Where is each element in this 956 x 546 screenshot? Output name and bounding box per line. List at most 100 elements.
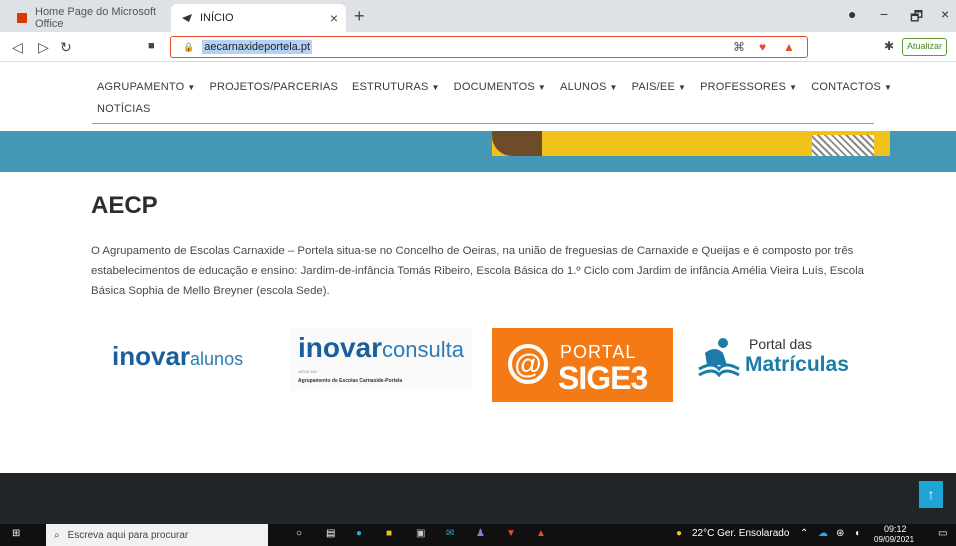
page-title: AECP (91, 192, 158, 219)
close-window-button[interactable]: × (941, 6, 949, 22)
nav-row-1: AGRUPAMENTO ▼ PROJETOS/PARCERIAS ESTRUTUR… (97, 76, 892, 98)
acrobat-icon[interactable]: ▲ (536, 528, 546, 539)
extensions-icon[interactable]: ✱ (884, 39, 894, 53)
brave-rewards-icon[interactable]: ▲ (783, 40, 795, 54)
nav-divider (92, 123, 874, 124)
nav-label: PAIS/EE (631, 81, 675, 93)
logo-line2: Matrículas (745, 353, 849, 376)
inovarconsulta-logo[interactable]: inovarconsulta v2015.140 Agrupamento de … (291, 328, 472, 391)
logo-text-light: alunos (190, 349, 244, 369)
windows-taskbar: ⊞ ⌕ Escreva aqui para procurar ○ ▤ ● ■ ▣… (0, 524, 956, 546)
notifications-icon[interactable]: ▭ (938, 528, 947, 539)
speaker-icon[interactable]: ◖ (854, 528, 860, 539)
minimize-button[interactable]: − (880, 6, 888, 22)
brave-shield-icon[interactable]: ♥ (759, 40, 766, 54)
task-view-icon[interactable]: ▤ (326, 528, 335, 539)
windows-start-icon[interactable]: ⊞ (12, 528, 20, 539)
nav-label: PROFESSORES (700, 81, 787, 93)
portal-sige-logo[interactable]: @ PORTAL SIGE3 (492, 328, 673, 402)
nav-projetos[interactable]: PROJETOS/PARCERIAS (209, 81, 338, 93)
address-row: ◁ ▷ ↻ ■ 🔒 aecarnaxideportela.pt ⌘ ♥ ▲ ✱ … (0, 32, 956, 62)
tab-office[interactable]: Home Page do Microsoft Office (6, 4, 171, 32)
new-tab-button[interactable]: + (354, 6, 365, 27)
student-reading-icon (698, 338, 740, 377)
tab-inicio-label: INÍCIO (200, 12, 234, 24)
scroll-to-top-button[interactable]: ↑ (919, 481, 943, 508)
chevron-up-icon[interactable]: ⌃ (800, 528, 808, 539)
back-icon[interactable]: ◁ (12, 39, 23, 56)
nav-agrupamento[interactable]: AGRUPAMENTO ▼ (97, 81, 195, 93)
chevron-down-icon: ▼ (187, 83, 196, 92)
portal-matriculas-logo[interactable]: Portal das Matrículas (697, 333, 872, 383)
nav-label: AGRUPAMENTO (97, 81, 185, 93)
browser-tab-strip: Home Page do Microsoft Office INÍCIO × +… (0, 0, 956, 32)
office-icon (17, 13, 27, 23)
tab-inicio[interactable]: INÍCIO × (171, 4, 346, 32)
forward-icon[interactable]: ▷ (38, 39, 49, 56)
chevron-down-icon: ▼ (537, 83, 547, 92)
site-favicon-icon (182, 14, 192, 22)
nav-professores[interactable]: PROFESSORES ▼ (700, 81, 797, 93)
nav-row-2: NOTÍCIAS (97, 98, 873, 120)
photo-pattern (812, 135, 874, 156)
chevron-down-icon: ▼ (609, 83, 618, 92)
lock-icon: 🔒 (183, 41, 195, 52)
store-icon[interactable]: ▣ (416, 528, 425, 539)
nav-contactos[interactable]: CONTACTOS ▼ (811, 81, 892, 93)
logo-sige-text: SIGE3 (558, 360, 648, 396)
logo-wordmark: inovarconsulta (298, 332, 464, 364)
inovaralunos-logo[interactable]: inovaralunos (112, 341, 262, 377)
nav-alunos[interactable]: ALUNOS ▼ (560, 81, 618, 93)
network-icon[interactable]: ⊛ (836, 528, 844, 539)
chevron-down-icon: ▼ (678, 83, 687, 92)
weather-text[interactable]: 22°C Ger. Ensolarado (692, 528, 789, 539)
clock-date[interactable]: 09/09/2021 (874, 535, 914, 544)
chevron-down-icon: ▼ (431, 83, 440, 92)
nav-noticias[interactable]: NOTÍCIAS (97, 103, 151, 115)
nav-pais-ee[interactable]: PAIS/EE ▼ (632, 81, 687, 93)
chevron-down-icon: ▼ (789, 83, 798, 92)
nav-label: PROJETOS/PARCERIAS (209, 81, 338, 93)
logo-text-light: consulta (382, 337, 464, 362)
url-bar[interactable]: 🔒 aecarnaxideportela.pt ⌘ ♥ ▲ (170, 36, 808, 58)
bookmark-icon[interactable]: ■ (148, 40, 155, 52)
restore-button[interactable]: 🗗 (910, 6, 923, 30)
clock-time[interactable]: 09:12 (884, 524, 907, 534)
qr-icon[interactable]: ⌘ (733, 40, 745, 54)
profile-icon[interactable]: ● (848, 6, 856, 22)
nav-label: DOCUMENTOS (453, 81, 535, 93)
site-footer (0, 473, 956, 524)
brave-browser-icon[interactable]: ▼ (506, 528, 516, 539)
search-icon: ⌕ (54, 529, 60, 541)
site-navigation: AGRUPAMENTO ▼ PROJETOS/PARCERIAS ESTRUTUR… (97, 76, 892, 120)
edge-icon[interactable]: ● (356, 528, 362, 539)
weather-icon: ● (676, 528, 683, 539)
nav-label: ALUNOS (560, 81, 607, 93)
tab-office-label: Home Page do Microsoft Office (35, 6, 157, 30)
banner-photo (492, 131, 890, 156)
chevron-down-icon: ▼ (884, 83, 893, 92)
nav-label: ESTRUTURAS (351, 81, 429, 93)
close-icon[interactable]: × (330, 10, 338, 26)
logo-caption: Agrupamento de Escolas Carnaxide-Portela (298, 378, 403, 384)
nav-label: CONTACTOS (811, 81, 882, 93)
photo-shape (492, 131, 542, 156)
onedrive-icon[interactable]: ☁ (818, 528, 828, 539)
url-text[interactable]: aecarnaxideportela.pt (202, 40, 313, 54)
logo-text-bold: inovar (112, 341, 191, 371)
file-explorer-icon[interactable]: ■ (386, 528, 392, 539)
nav-documentos[interactable]: DOCUMENTOS ▼ (454, 81, 546, 93)
logo-text-bold: inovar (298, 332, 383, 363)
mail-icon[interactable]: ✉ (446, 528, 454, 539)
nav-estruturas[interactable]: ESTRUTURAS ▼ (352, 81, 440, 93)
search-placeholder: Escreva aqui para procurar (67, 529, 189, 541)
logo-line1: Portal das (749, 336, 813, 352)
intro-paragraph: O Agrupamento de Escolas Carnaxide – Por… (91, 245, 864, 297)
taskbar-search-input[interactable]: ⌕ Escreva aqui para procurar (46, 524, 268, 546)
update-button[interactable]: Atualizar (902, 38, 948, 56)
reload-icon[interactable]: ↻ (60, 39, 72, 56)
cortana-icon[interactable]: ○ (296, 528, 302, 539)
logo-version: v2015.140 (298, 369, 317, 374)
teams-icon[interactable]: ♟ (476, 528, 485, 539)
at-sign-icon: @ (508, 344, 548, 384)
